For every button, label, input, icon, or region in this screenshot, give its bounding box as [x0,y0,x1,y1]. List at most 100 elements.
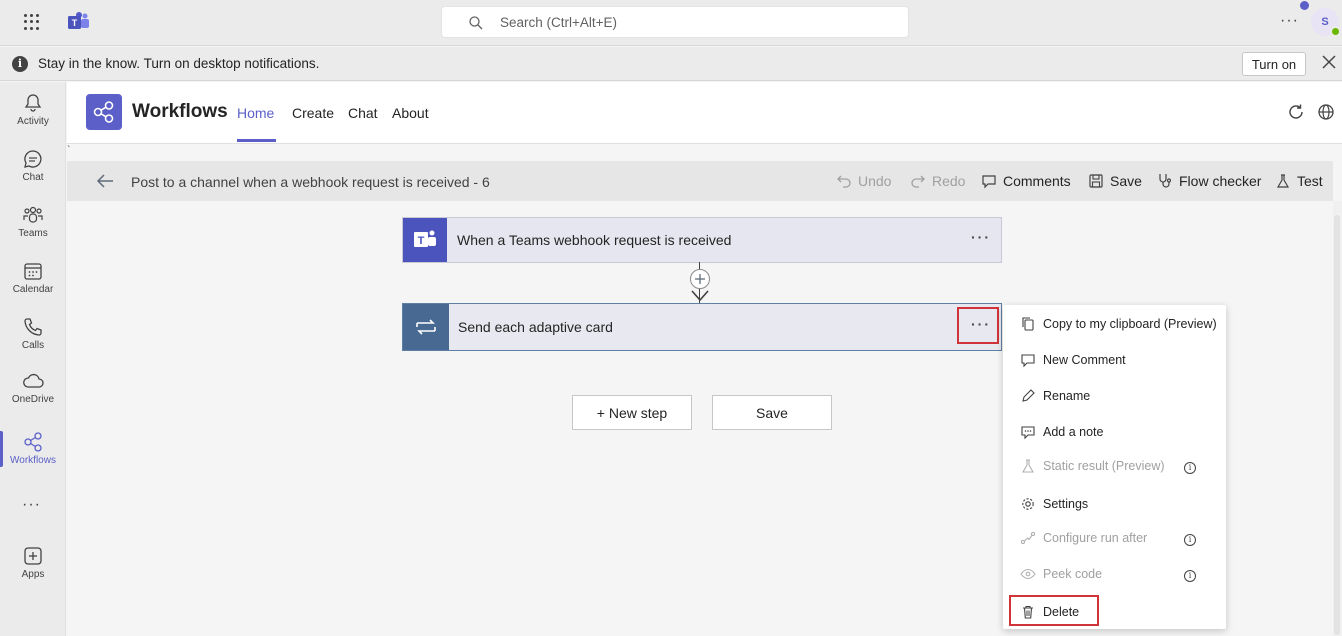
rail-item-apps[interactable]: Apps [0,537,66,591]
menu-item-label: Copy to my clipboard (Preview) [1043,317,1217,331]
flask-icon [1022,459,1034,473]
rail-item-chat[interactable]: Chat [0,140,66,194]
info-icon[interactable]: i [1184,462,1196,474]
menu-item-label: Peek code [1043,567,1103,581]
cloud-icon [23,373,44,388]
undo-icon [837,175,851,188]
menu-item-label: Add a note [1043,425,1104,439]
more-apps-icon[interactable]: ··· [22,496,41,514]
new-step-button[interactable]: + New step [572,395,692,430]
phone-icon [24,318,42,336]
eye-icon [1020,568,1036,580]
notification-message: Stay in the know. Turn on desktop notifi… [38,56,320,71]
save-command-button[interactable]: Save [1089,173,1142,189]
bell-icon [24,94,42,112]
rail-item-activity[interactable]: Activity [0,84,66,138]
menu-item-rename[interactable]: Rename [1003,381,1226,411]
svg-text:T: T [72,18,78,28]
step-title: When a Teams webhook request is received [457,232,732,248]
menu-item-copy-to-clipboard[interactable]: Copy to my clipboard (Preview) [1003,309,1226,339]
menu-item-configure-run-after: Configure run after i [1003,523,1226,553]
notification-bar: i Stay in the know. Turn on desktop noti… [0,47,1342,81]
app-title: Workflows [132,101,228,122]
rail-item-label: Apps [21,569,45,580]
menu-item-settings[interactable]: Settings [1003,489,1226,519]
info-icon[interactable]: i [1184,534,1196,546]
menu-item-peek-code: Peek code i [1003,559,1226,589]
close-icon[interactable] [1322,55,1336,69]
tab-home[interactable]: Home [237,105,274,121]
rail-item-calls[interactable]: Calls [0,308,66,362]
menu-item-add-note[interactable]: Add a note [1003,417,1226,447]
app-launcher-icon[interactable] [24,14,40,30]
apps-icon [24,547,42,565]
flask-icon [1276,174,1290,188]
teams-logo-icon: T [68,12,89,29]
step-context-menu: Copy to my clipboard (Preview) New Comme… [1003,305,1226,629]
rail-item-workflows[interactable]: Workflows [0,423,66,477]
info-icon[interactable]: i [1184,570,1196,582]
connector-arrow-icon [691,290,709,302]
avatar[interactable]: S [1300,1,1341,37]
scrollbar-thumb[interactable] [1334,215,1340,635]
teams-icon: T [403,218,447,262]
comment-icon [1021,354,1035,368]
gear-icon [1022,498,1034,510]
more-options-icon[interactable]: ··· [971,229,991,245]
flow-name: Post to a channel when a webhook request… [131,174,490,190]
loop-icon [403,304,449,350]
menu-item-new-comment[interactable]: New Comment [1003,345,1226,375]
save-label: Save [1110,173,1142,189]
active-tab-indicator [237,139,276,142]
menu-item-label: Rename [1043,389,1091,403]
vertical-scrollbar[interactable] [1333,201,1342,636]
comments-button[interactable]: Comments [982,173,1071,189]
redo-label: Redo [932,173,966,189]
save-icon [1089,174,1103,188]
insert-step-button[interactable] [690,269,710,289]
tab-chat[interactable]: Chat [348,105,378,121]
plus-icon [695,274,705,284]
tab-about[interactable]: About [392,105,429,121]
redo-button[interactable]: Redo [911,173,966,189]
redo-icon [911,175,925,188]
presence-available-icon [1330,26,1341,37]
menu-item-label: Settings [1043,497,1089,511]
calendar-icon [24,263,42,280]
search-box[interactable]: Search (Ctrl+Alt+E) [441,6,909,38]
rail-item-label: Calendar [12,284,54,295]
more-options-icon[interactable]: ··· [1280,12,1299,30]
pencil-icon [1022,389,1035,402]
rail-item-label: Teams [18,228,48,239]
tab-create[interactable]: Create [292,105,334,121]
undo-button[interactable]: Undo [837,173,891,189]
save-button[interactable]: Save [712,395,832,430]
trigger-card[interactable]: T When a Teams webhook request is receiv… [402,217,1002,263]
back-arrow-icon[interactable] [96,173,114,189]
rail-item-label: Calls [21,340,45,351]
turn-on-button[interactable]: Turn on [1242,52,1306,76]
highlight-box-delete [1009,595,1099,626]
test-button[interactable]: Test [1276,173,1323,189]
search-placeholder: Search (Ctrl+Alt+E) [500,15,618,30]
menu-item-label: New Comment [1043,353,1126,367]
apply-to-each-card[interactable]: Send each adaptive card ··· [402,303,1002,351]
info-icon: i [12,56,28,72]
refresh-icon[interactable] [1287,103,1305,121]
rail-item-onedrive[interactable]: OneDrive [0,362,66,416]
workflows-icon [24,432,42,452]
flow-checker-label: Flow checker [1179,173,1262,189]
step-title: Send each adaptive card [458,319,613,335]
rail-item-calendar[interactable]: Calendar [0,252,66,306]
menu-item-static-result: Static result (Preview) i [1003,451,1226,481]
teams-icon [23,206,43,223]
title-bar: T Search (Ctrl+Alt+E) ··· S [0,0,1342,46]
globe-icon[interactable] [1317,103,1335,121]
app-header: Workflows Home Create Chat About [67,82,1342,144]
chat-icon [24,150,42,168]
flow-checker-button[interactable]: Flow checker [1159,173,1262,189]
rail-item-teams[interactable]: Teams [0,196,66,250]
left-rail: Activity Chat Teams Calendar Calls OneDr… [0,82,66,636]
rail-item-label: Workflows [10,455,56,466]
workflows-app-icon [86,94,122,130]
